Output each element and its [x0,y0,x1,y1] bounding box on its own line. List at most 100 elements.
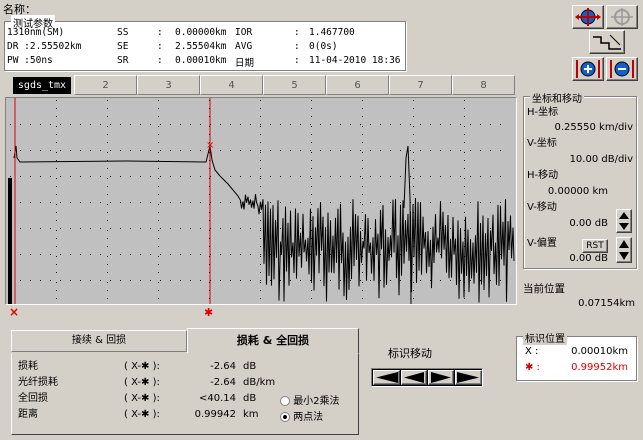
grid-dot [170,202,171,203]
trace-tab[interactable]: 2 [74,75,137,95]
grid-dot [390,202,391,203]
param-cell: AVG [235,41,253,52]
grid-dot [260,176,261,177]
grid-dot [30,254,31,255]
grid-dot [50,280,51,281]
marker-right-fast-button[interactable] [455,370,482,385]
grid-dot [200,280,201,281]
grid-dot [170,150,171,151]
grid-dot [311,194,312,195]
grid-dot [110,228,111,229]
grid-dot [130,150,131,151]
grid-dot [230,124,231,125]
grid-dot [400,202,401,203]
marker-left-button[interactable] [401,370,427,385]
grid-dot [56,160,57,161]
grid-dot [190,176,191,177]
grid-dot [110,176,111,177]
grid-dot [10,124,11,125]
grid-dot [200,228,201,229]
grid-dot [240,280,241,281]
grid-dot [220,280,221,281]
trace-tab[interactable]: 3 [137,75,200,95]
grid-dot [56,290,57,291]
grid-dot [107,116,108,117]
grid-dot [362,298,363,299]
grid-dot [190,202,191,203]
grid-dot [190,150,191,151]
bottom-tab-loss[interactable]: 损耗 & 全回损 [187,328,359,354]
grid-dot [56,100,57,101]
grid-dot [464,100,465,101]
grid-dot [362,186,363,187]
grid-dot [107,134,108,135]
trace-tab[interactable]: 4 [200,75,263,95]
trace-tab[interactable]: 8 [452,75,515,95]
v-offset-spinner[interactable] [616,237,632,263]
grid-dot [450,228,451,229]
grid-dot [56,204,57,205]
grid-dot [362,290,363,291]
otdr-trace-svg: × [8,98,515,304]
bottom-tab-splice[interactable]: 接续 & 回损 [11,330,187,352]
grid-dot [464,134,465,135]
grid-dot [362,204,363,205]
grid-dot [362,160,363,161]
trace-tab-active[interactable]: sgds_tmx [13,77,71,94]
zoom-out-button[interactable] [606,57,638,81]
zoom-fit-button[interactable] [572,5,604,29]
param-cell: PW :50ns [7,55,53,66]
grid-dot [107,290,108,291]
v-move-spinner[interactable] [616,209,632,233]
grid-dot [330,124,331,125]
grid-dot [420,202,421,203]
grid-dot [260,212,261,213]
grid-dot [470,280,471,281]
bottom-tab-splice-label: 接续 & 回损 [71,335,127,346]
param-cell: : [157,41,163,52]
grid-dot [56,152,57,153]
grid-dot [490,228,491,229]
grid-dot [158,230,159,231]
marker-star-symbol[interactable]: ✱ [204,306,213,319]
trace-mode-button[interactable] [589,30,625,54]
grid-dot [362,178,363,179]
grid-dot [310,124,311,125]
rst-button[interactable]: RST [582,239,608,253]
zoom-in-button[interactable] [572,57,604,81]
marker-pos-legend: 标识位置 [523,330,567,345]
grid-dot [311,108,312,109]
zoom-fit-disabled-button[interactable] [606,5,638,29]
grid-dot [230,228,231,229]
marker-right-button[interactable] [428,370,454,385]
grid-dot [260,186,261,187]
trace-tab[interactable]: 7 [389,75,452,95]
grid-dot [140,176,141,177]
trace-tab[interactable]: 6 [326,75,389,95]
otdr-plot[interactable]: × [5,97,517,305]
grid-dot [56,116,57,117]
grid-dot [330,150,331,151]
grid-dot [100,150,101,151]
measure-value: 0.99942 [194,409,236,420]
radio-two-point[interactable]: 两点法 [280,408,323,423]
grid-dot [320,150,321,151]
grid-dot [250,228,251,229]
grid-dot [107,272,108,273]
grid-dot [500,124,501,125]
grid-dot [50,176,51,177]
measure-unit: dB/km [243,377,276,388]
grid-dot [460,280,461,281]
grid-dot [100,202,101,203]
grid-dot [311,126,312,127]
trace-tab[interactable]: 5 [263,75,326,95]
marker-x-symbol[interactable]: × [9,305,19,319]
grid-dot [260,282,261,283]
grid-dot [310,280,311,281]
grid-dot [362,134,363,135]
grid-dot [311,100,312,101]
grid-dot [260,150,261,151]
marker-left-fast-button[interactable] [373,370,400,385]
radio-least-squares[interactable]: 最小2乘法 [280,392,340,407]
grid-dot [180,202,181,203]
